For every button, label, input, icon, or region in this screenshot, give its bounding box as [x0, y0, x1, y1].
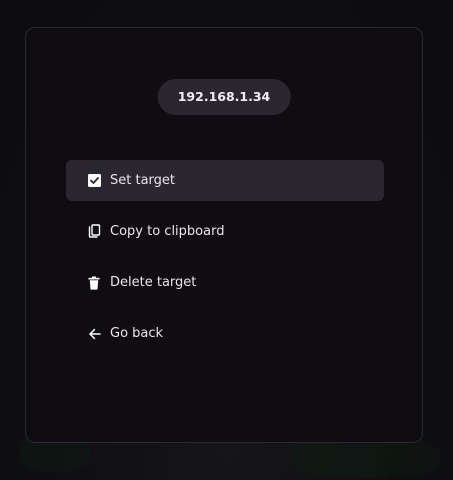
trash-icon [87, 276, 101, 290]
copy-to-clipboard-button[interactable]: Copy to clipboard [66, 211, 384, 252]
go-back-button[interactable]: Go back [66, 313, 384, 354]
background-foliage [380, 440, 440, 476]
target-options-menu: Set target Copy to clipboard Delete targ… [66, 160, 384, 364]
copy-icon [87, 224, 101, 239]
set-target-button[interactable]: Set target [66, 160, 384, 201]
ip-address-badge: 192.168.1.34 [157, 79, 291, 115]
delete-target-button[interactable]: Delete target [66, 262, 384, 303]
target-options-dialog: 192.168.1.34 Set target Copy to clipboar… [25, 27, 423, 443]
go-back-label: Go back [110, 326, 164, 341]
copy-to-clipboard-label: Copy to clipboard [110, 224, 225, 239]
checkbox-checked-icon [87, 174, 101, 188]
arrow-left-icon [87, 327, 101, 341]
delete-target-label: Delete target [110, 275, 197, 290]
set-target-label: Set target [110, 173, 176, 188]
